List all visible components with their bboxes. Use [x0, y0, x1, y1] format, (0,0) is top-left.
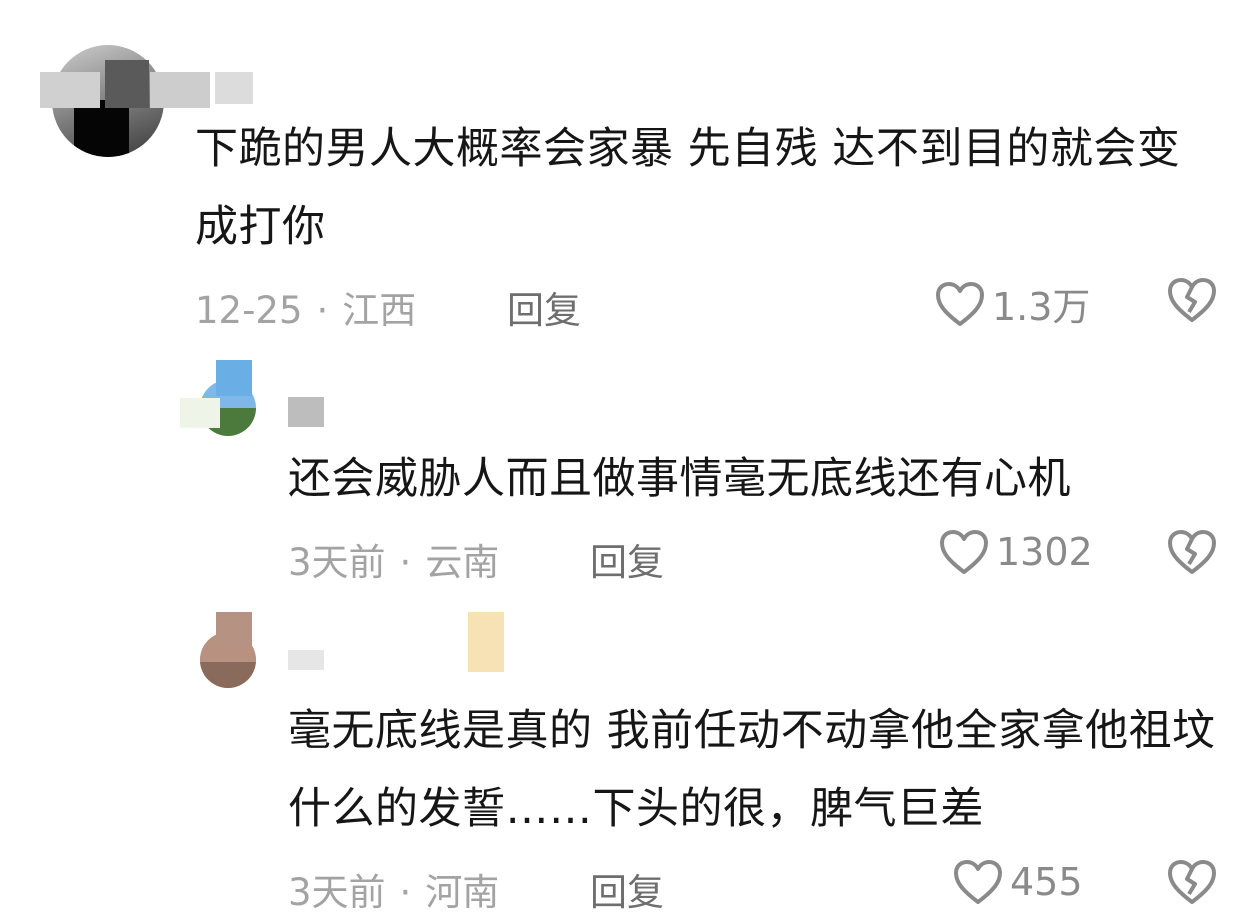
comment-meta: 3天前 · 河南: [288, 871, 500, 914]
comment-text: 还会威胁人而且做事情毫无底线还有心机: [288, 454, 1071, 504]
broken-heart-icon: [1166, 528, 1218, 576]
heart-outline-icon: [952, 858, 1004, 906]
comment-location: 河南: [425, 871, 500, 914]
heart-outline-icon: [934, 280, 986, 328]
comment-meta: 3天前 · 云南: [288, 541, 500, 584]
comment-text: 下跪的男人大概率会家暴 先自残 达不到目的就会变成打你: [195, 124, 1181, 252]
comment-date: 3天前: [288, 871, 386, 914]
like-count: 1.3万: [992, 285, 1091, 329]
dislike-button[interactable]: [1166, 858, 1218, 906]
reply-button[interactable]: 回复: [590, 862, 664, 916]
comment-date: 3天前: [288, 541, 386, 584]
broken-heart-icon: [1166, 276, 1218, 324]
reply-button[interactable]: 回复: [590, 532, 664, 586]
like-count: 455: [1010, 860, 1083, 904]
like-button[interactable]: 1.3万: [934, 276, 1090, 331]
reply-button[interactable]: 回复: [507, 280, 581, 334]
dislike-button[interactable]: [1166, 276, 1218, 324]
comment-location: 云南: [425, 541, 500, 584]
like-count: 1302: [996, 530, 1093, 574]
like-button[interactable]: 1302: [938, 528, 1093, 576]
like-button[interactable]: 455: [952, 858, 1083, 906]
heart-outline-icon: [938, 528, 990, 576]
dislike-button[interactable]: [1166, 528, 1218, 576]
broken-heart-icon: [1166, 858, 1218, 906]
comment-location: 江西: [342, 289, 417, 332]
comment-meta: 12-25 · 江西: [195, 289, 417, 332]
comment-text: 毫无底线是真的 我前任动不动拿他全家拿他祖坟什么的发誓……下头的很，脾气巨差: [288, 706, 1216, 834]
comment-date: 12-25: [195, 289, 303, 332]
